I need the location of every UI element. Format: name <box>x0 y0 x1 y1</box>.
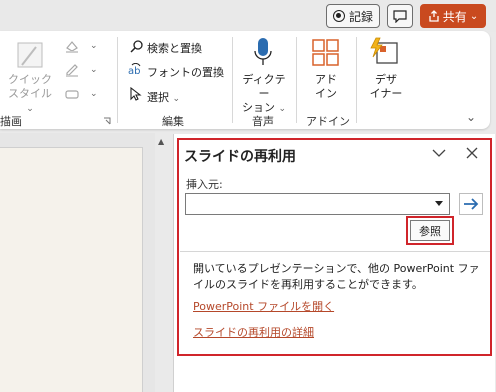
search-icon <box>130 40 143 53</box>
browse-button[interactable]: 参照 <box>410 220 450 241</box>
svg-text:ab: ab <box>128 66 140 77</box>
shape-effects-chevron[interactable]: ⌄ <box>90 89 98 99</box>
shape-fill-icon[interactable] <box>64 39 80 53</box>
source-combobox[interactable] <box>185 193 450 215</box>
font-replace-button[interactable]: フォントの置換 <box>147 64 224 80</box>
share-label: 共有 <box>442 9 467 24</box>
dialog-launcher-icon[interactable] <box>103 117 111 125</box>
dictate-button[interactable]: ディクテー ション ⌄ <box>238 73 290 116</box>
record-button[interactable]: 記録 <box>326 4 380 28</box>
comments-button[interactable] <box>387 4 413 28</box>
record-icon <box>332 10 345 22</box>
pane-description: 開いているプレゼンテーションで、他の PowerPoint ファイルのスライドを… <box>193 262 480 291</box>
divider <box>180 251 490 252</box>
slide-canvas[interactable] <box>0 147 143 392</box>
designer-label-2: イナー <box>369 87 403 100</box>
reuse-slides-details-link[interactable]: スライドの再利用の詳細 <box>193 324 314 340</box>
open-powerpoint-file-link[interactable]: PowerPoint ファイルを開く <box>193 298 334 314</box>
ribbon: クイック スタイル ⌄ ⌄ ⌄ ⌄ 描画 検索と置換 ab フォントの置換 選択… <box>0 31 490 129</box>
designer-icon[interactable] <box>368 37 400 67</box>
font-replace-icon: ab <box>128 63 140 77</box>
ribbon-collapse-chevron-icon[interactable]: ⌄ <box>466 110 476 124</box>
addins-group-label: アドイン <box>306 115 350 128</box>
quick-style-button[interactable]: クイック スタイル ⌄ <box>6 73 54 116</box>
slide-editing-area <box>0 133 155 392</box>
group-separator <box>232 37 233 123</box>
group-separator <box>296 37 297 123</box>
shape-outline-chevron[interactable]: ⌄ <box>90 65 98 75</box>
voice-group-label: 音声 <box>252 115 274 128</box>
shape-fill-chevron[interactable]: ⌄ <box>90 41 98 51</box>
close-icon[interactable] <box>466 147 478 159</box>
comment-icon <box>393 9 407 23</box>
share-button[interactable]: 共有 ⌄ <box>420 4 486 28</box>
designer-label-1: デザ <box>375 73 397 86</box>
drawing-group-label: 描画 <box>0 115 22 128</box>
go-button[interactable] <box>459 193 483 215</box>
dropdown-arrow-icon[interactable] <box>435 201 443 206</box>
shape-outline-icon[interactable] <box>64 63 80 77</box>
arrow-right-icon <box>464 198 479 210</box>
quick-style-icon[interactable] <box>16 39 46 71</box>
dictate-label-1: ディクテー <box>242 73 286 100</box>
record-label: 記録 <box>348 9 373 24</box>
shape-effects-icon[interactable] <box>64 87 80 101</box>
quick-style-label-2: スタイル ⌄ <box>8 87 52 114</box>
group-separator <box>356 37 357 123</box>
select-button[interactable]: 選択 ⌄ <box>147 89 180 105</box>
pane-title: スライドの再利用 <box>184 149 296 165</box>
chevron-down-icon: ⌄ <box>469 10 479 22</box>
addins-button[interactable]: アド イン <box>306 73 346 101</box>
addins-grid-icon[interactable] <box>312 39 340 67</box>
insert-from-label: 挿入元: <box>186 178 223 191</box>
group-separator <box>117 37 118 123</box>
designer-button[interactable]: デザ イナー <box>366 73 406 101</box>
pane-options-chevron-icon[interactable] <box>432 148 446 158</box>
addins-label-1: アド <box>315 73 337 86</box>
editing-group-label: 編集 <box>162 115 184 128</box>
share-icon <box>429 10 439 22</box>
find-replace-button[interactable]: 検索と置換 <box>147 40 202 56</box>
microphone-icon[interactable] <box>253 37 273 69</box>
vertical-scrollbar[interactable]: ▲ <box>155 133 169 392</box>
quick-style-label-1: クイック <box>8 73 52 86</box>
addins-label-2: イン <box>315 87 337 100</box>
select-cursor-icon <box>130 87 142 101</box>
scroll-up-icon[interactable]: ▲ <box>158 137 164 146</box>
